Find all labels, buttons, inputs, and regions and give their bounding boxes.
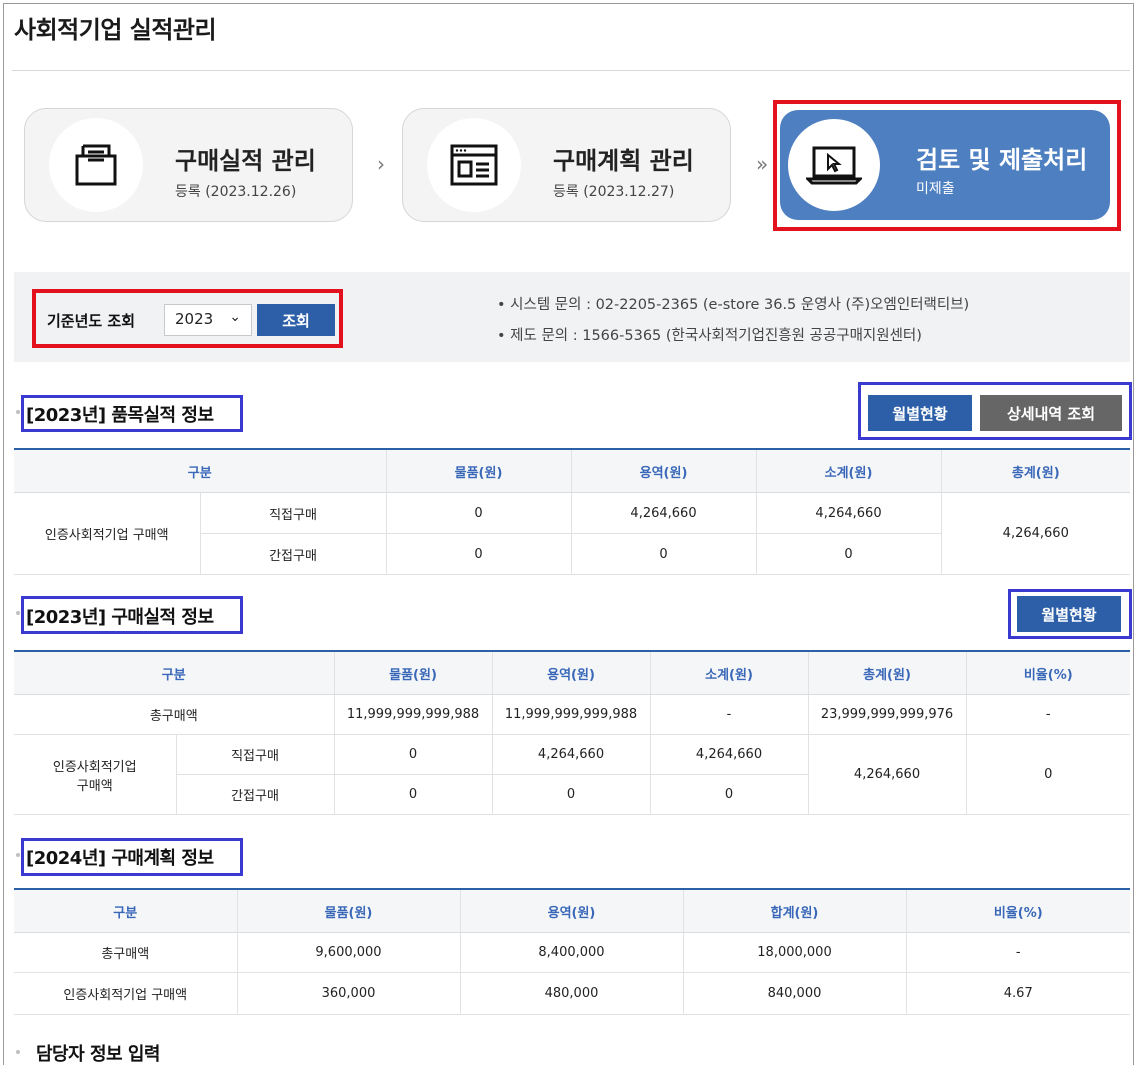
highlight-box [21,596,243,634]
total-cell: 23,999,999,999,976 [807,694,967,735]
table-row: 인증사회적기업 구매액 360,000 480,000 840,000 4.67 [14,972,1130,1015]
section-bullet [16,410,20,414]
column-header: 용역(원) [459,889,683,933]
section-bullet [16,1050,20,1054]
section-title-contact-input: 담당자 정보 입력 [36,1044,160,1065]
column-header: 총계(원) [940,449,1131,493]
highlight-box [773,100,1121,231]
highlight-box [858,382,1132,440]
column-header: 합계(원) [682,889,906,933]
section-bullet [16,853,20,857]
ratio-cell: - [905,932,1130,973]
ratio-cell: - [965,694,1131,735]
service-cell: 8,400,000 [459,932,683,973]
group-label: 인증사회적기업 구매액 [14,492,200,575]
step-name: 구매계획 관리 [553,147,694,175]
table-row: 인증사회적기업 구매액 직접구매 0 4,264,660 4,264,660 4… [14,492,1131,575]
ratio-cell: 4.67 [905,972,1130,1015]
column-header: 물품(원) [333,651,493,695]
column-header: 구분 [14,889,237,933]
highlight-box [1008,589,1132,639]
total-cell: 4,264,660 [940,492,1131,575]
row-label: 직접구매 [199,492,387,534]
page-title: 사회적기업 실적관리 [14,16,217,44]
purchase-results-table: 구분 물품(원) 용역(원) 소계(원) 총계(원) 비율(%) 총구매액 11… [14,650,1131,815]
total-cell: 4,264,660 [807,734,967,815]
table-header-row: 구분 물품(원) 용역(원) 합계(원) 비율(%) [14,889,1130,933]
column-header: 총계(원) [807,651,967,695]
system-contact-text: • 시스템 문의 : 02-2205-2365 (e-store 36.5 운영… [497,297,970,313]
step-purchase-plan[interactable]: 구매계획 관리 등록 (2023.12.27) [402,108,731,222]
step-purchase-results[interactable]: 구매실적 관리 등록 (2023.12.26) [24,108,353,222]
row-label: 간접구매 [199,533,387,575]
row-label: 총구매액 [14,694,335,735]
service-cell: 0 [570,533,757,575]
service-cell: 480,000 [459,972,683,1015]
step-status: 등록 (2023.12.26) [175,184,297,200]
column-header: 물품(원) [385,449,572,493]
column-header: 비율(%) [905,889,1130,933]
subtotal-cell: 4,264,660 [755,492,942,534]
column-header: 소계(원) [755,449,942,493]
group-label-line: 구매액 [76,778,113,794]
highlight-box [21,395,243,432]
goods-cell: 0 [333,734,493,775]
service-cell: 4,264,660 [491,734,651,775]
subtotal-cell: - [649,694,809,735]
table-row: 총구매액 11,999,999,999,988 11,999,999,999,9… [14,694,1131,735]
column-header: 비율(%) [965,651,1131,695]
total-cell: 840,000 [682,972,906,1015]
group-label: 인증사회적기업구매액 [14,734,176,815]
step-status: 등록 (2023.12.27) [553,184,675,200]
step-icon-circle [49,118,143,212]
column-header: 용역(원) [570,449,757,493]
goods-cell: 0 [333,774,493,815]
ratio-cell: 0 [965,734,1131,815]
group-label-line: 인증사회적기업 [52,759,137,775]
goods-cell: 0 [385,533,572,575]
purchase-plan-table: 구분 물품(원) 용역(원) 합계(원) 비율(%) 총구매액 9,600,00… [14,888,1130,1015]
subtotal-cell: 0 [755,533,942,575]
goods-cell: 0 [385,492,572,534]
service-cell: 0 [491,774,651,815]
row-label: 총구매액 [14,932,237,973]
browser-window-icon [450,144,498,186]
step-double-arrow-icon: » [756,152,769,176]
goods-cell: 9,600,000 [236,932,460,973]
item-results-table: 구분 물품(원) 용역(원) 소계(원) 총계(원) 인증사회적기업 구매액 직… [14,448,1131,575]
section-bullet [16,611,20,615]
page-frame: 사회적기업 실적관리 구매실적 관리 등록 (2023.12.26) › 구매계… [3,3,1134,1065]
highlight-box [32,289,343,348]
service-cell: 4,264,660 [570,492,757,534]
column-header: 소계(원) [649,651,809,695]
policy-contact-text: • 제도 문의 : 1566-5365 (한국사회적기업진흥원 공공구매지원센터… [497,328,922,344]
table-row: 총구매액 9,600,000 8,400,000 18,000,000 - [14,932,1130,973]
goods-cell: 11,999,999,999,988 [333,694,493,735]
step-arrow-icon: › [377,152,385,176]
row-label: 간접구매 [175,774,335,815]
subtotal-cell: 0 [649,774,809,815]
column-header: 물품(원) [236,889,460,933]
table-header-row: 구분 물품(원) 용역(원) 소계(원) 총계(원) [14,449,1131,493]
folder-icon [75,144,117,186]
highlight-box [21,838,243,876]
step-icon-circle [427,118,521,212]
table-header-row: 구분 물품(원) 용역(원) 소계(원) 총계(원) 비율(%) [14,651,1131,695]
column-header: 용역(원) [491,651,651,695]
step-name: 구매실적 관리 [175,147,316,175]
column-header: 구분 [14,651,335,695]
row-label: 직접구매 [175,734,335,775]
table-row: 인증사회적기업구매액 직접구매 0 4,264,660 4,264,660 4,… [14,734,1131,815]
column-header: 구분 [14,449,387,493]
total-cell: 18,000,000 [682,932,906,973]
title-divider [12,70,1130,71]
goods-cell: 360,000 [236,972,460,1015]
service-cell: 11,999,999,999,988 [491,694,651,735]
row-label: 인증사회적기업 구매액 [14,972,237,1015]
subtotal-cell: 4,264,660 [649,734,809,775]
